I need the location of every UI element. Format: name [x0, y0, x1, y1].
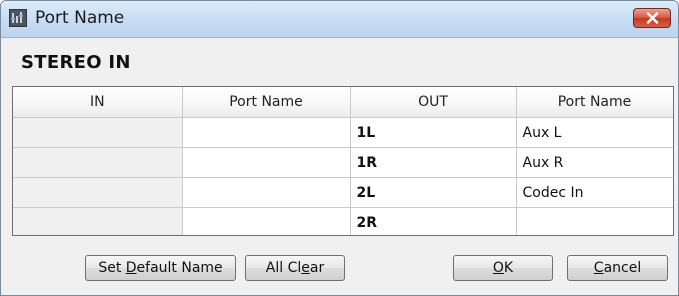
ok-mnemonic: O: [492, 260, 504, 276]
port-name-dialog: Port Name STEREO IN IN Port Name OUT Por…: [0, 0, 679, 296]
set-default-mnemonic: D: [125, 260, 137, 276]
cancel-mnemonic: C: [593, 260, 604, 276]
out-cell: 2R: [350, 207, 517, 235]
all-clear-mnemonic: e: [301, 260, 310, 276]
column-header-in-port-name[interactable]: Port Name: [182, 87, 351, 118]
out-port-name-cell[interactable]: Aux L: [516, 117, 673, 148]
out-cell: 1L: [350, 117, 517, 148]
in-port-name-cell[interactable]: [182, 177, 351, 208]
out-cell: 2L: [350, 177, 517, 208]
ok-button[interactable]: OK: [453, 255, 553, 281]
all-clear-label-pre: All Cl: [265, 260, 302, 276]
cancel-button[interactable]: Cancel: [567, 255, 668, 281]
table-row: 2R: [13, 207, 673, 235]
set-default-label-post: efault Name: [136, 260, 223, 276]
column-header-in[interactable]: IN: [13, 87, 183, 118]
port-grid: IN Port Name OUT Port Name 1L Aux L 1R A…: [12, 86, 674, 236]
close-button[interactable]: [633, 8, 671, 28]
column-header-out[interactable]: OUT: [350, 87, 517, 118]
window-title: Port Name: [35, 8, 125, 28]
table-row: 1R Aux R: [13, 147, 673, 178]
out-port-name-cell[interactable]: Aux R: [516, 147, 673, 178]
in-cell[interactable]: [13, 147, 183, 178]
out-port-name-cell[interactable]: [516, 207, 673, 235]
title-bar[interactable]: Port Name: [1, 1, 678, 38]
table-row: 2L Codec In: [13, 177, 673, 208]
section-title: STEREO IN: [21, 52, 131, 73]
set-default-name-button[interactable]: Set Default Name: [85, 255, 236, 281]
in-cell[interactable]: [13, 177, 183, 208]
port-table: IN Port Name OUT Port Name 1L Aux L 1R A…: [13, 87, 673, 235]
in-port-name-cell[interactable]: [182, 147, 351, 178]
ok-label-post: K: [503, 260, 514, 276]
in-cell[interactable]: [13, 117, 183, 148]
set-default-label-pre: Set: [98, 260, 126, 276]
close-icon: [646, 12, 659, 24]
header-row: IN Port Name OUT Port Name: [13, 87, 673, 118]
column-header-out-port-name[interactable]: Port Name: [516, 87, 673, 118]
cancel-label-post: ancel: [603, 260, 642, 276]
table-row: 1L Aux L: [13, 117, 673, 148]
in-port-name-cell[interactable]: [182, 117, 351, 148]
in-cell[interactable]: [13, 207, 183, 235]
out-port-name-cell[interactable]: Codec In: [516, 177, 673, 208]
all-clear-label-post: ar: [309, 260, 325, 276]
all-clear-button[interactable]: All Clear: [245, 255, 345, 281]
app-icon: [9, 9, 27, 27]
in-port-name-cell[interactable]: [182, 207, 351, 235]
out-cell: 1R: [350, 147, 517, 178]
